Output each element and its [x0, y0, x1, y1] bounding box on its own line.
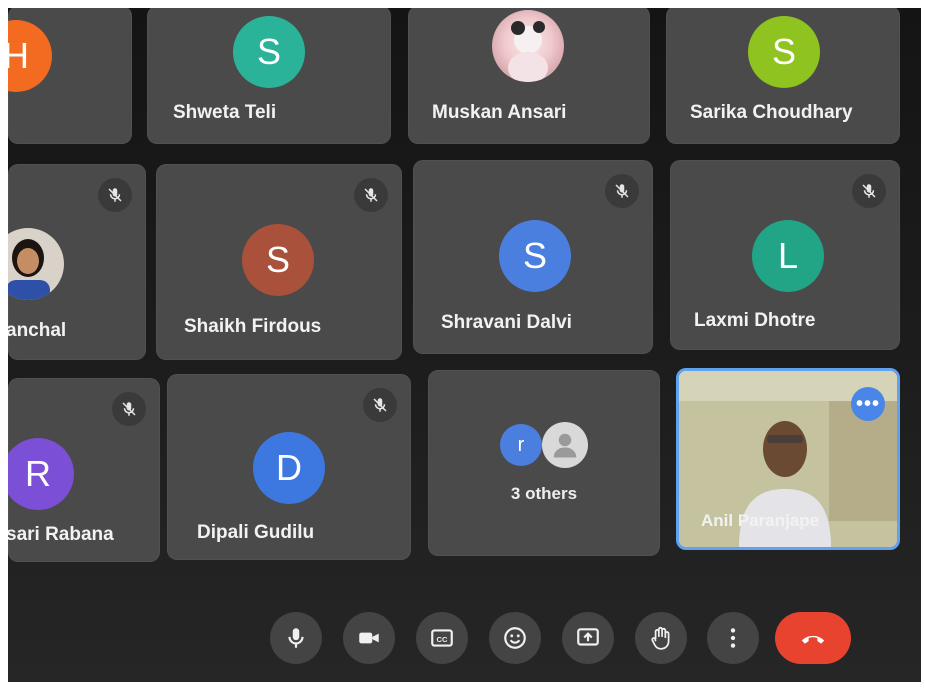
participant-tile-laxmi-dhotre[interactable]: L Laxmi Dhotre [670, 160, 900, 350]
microphone-icon [288, 628, 304, 648]
avatar: S [499, 220, 571, 292]
participant-name: Anil Paranjape [701, 511, 820, 530]
avatar: S [748, 16, 820, 88]
present-button[interactable] [562, 612, 614, 664]
avatar-photo [8, 228, 64, 300]
raise-hand-button[interactable] [635, 612, 687, 664]
participant-tile-dipali-gudilu[interactable]: D Dipali Gudilu [167, 374, 411, 560]
participant-tile-rabana[interactable]: R sari Rabana [8, 378, 160, 562]
participant-tile-anchal[interactable]: anchal [8, 164, 146, 360]
emoji-icon [504, 627, 526, 649]
camera-button[interactable] [343, 612, 395, 664]
others-avatar: r [500, 424, 542, 466]
participant-name: Muskan Ansari [432, 102, 567, 123]
avatar-photo [492, 10, 564, 82]
participant-tile-h[interactable]: H [8, 6, 132, 144]
participant-tile-shweta-teli[interactable]: S Shweta Teli [147, 6, 391, 144]
participant-tile-sarika-choudhary[interactable]: S Sarika Choudhary [666, 6, 900, 144]
present-icon [577, 628, 599, 646]
avatar-initial: S [256, 31, 281, 72]
more-options-button[interactable] [707, 612, 759, 664]
avatar-initial: L [777, 235, 799, 276]
emoji-button[interactable] [489, 612, 541, 664]
border [921, 0, 925, 688]
participant-name: Dipali Gudilu [197, 522, 315, 543]
participant-tile-muskan-ansari[interactable]: Muskan Ansari [408, 6, 650, 144]
avatar: R [8, 438, 74, 510]
profile-photo-icon [508, 21, 548, 82]
participant-name: anchal [8, 320, 67, 341]
border [0, 682, 925, 688]
others-initial: r [517, 433, 525, 456]
microphone-muted-icon [605, 174, 639, 208]
more-options-icon[interactable]: ••• [851, 387, 885, 421]
raise-hand-icon [651, 626, 670, 650]
participant-tile-shravani-dalvi[interactable]: S Shravani Dalvi [413, 160, 653, 354]
captions-button[interactable]: CC [416, 612, 468, 664]
avatar-initial: H [8, 35, 29, 76]
avatar: D [253, 432, 325, 504]
border [0, 0, 925, 8]
avatar-initial: R [25, 453, 51, 494]
participant-name: Shweta Teli [173, 102, 277, 123]
microphone-muted-icon [112, 392, 146, 426]
avatar: H [8, 20, 52, 92]
microphone-button[interactable] [270, 612, 322, 664]
participant-tile-anil-paranjape[interactable]: ••• Anil Paranjape [676, 368, 900, 550]
participant-name: Laxmi Dhotre [694, 310, 816, 331]
more-options-icon [730, 628, 736, 648]
participant-name: Shaikh Firdous [184, 316, 322, 337]
microphone-muted-icon [98, 178, 132, 212]
person-icon [553, 433, 577, 458]
microphone-muted-icon [852, 174, 886, 208]
avatar-initial: D [276, 447, 302, 488]
participant-name: Shravani Dalvi [441, 312, 572, 333]
border [0, 0, 8, 688]
avatar: L [752, 220, 824, 292]
avatar: S [242, 224, 314, 296]
others-avatar-photo [542, 422, 588, 468]
camera-icon [359, 632, 379, 644]
profile-photo-icon [8, 239, 50, 300]
microphone-muted-icon [354, 178, 388, 212]
participant-name: sari Rabana [8, 524, 114, 545]
end-call-button[interactable] [775, 612, 851, 664]
captions-icon: CC [431, 629, 453, 647]
end-call-icon [801, 635, 825, 644]
others-label: 3 others [510, 484, 578, 503]
captions-text: CC [437, 635, 448, 644]
others-tile[interactable]: r 3 others [428, 370, 660, 556]
participant-name: Sarika Choudhary [690, 102, 853, 123]
avatar: S [233, 16, 305, 88]
participant-tile-shaikh-firdous[interactable]: S Shaikh Firdous [156, 164, 402, 360]
microphone-muted-icon [363, 388, 397, 422]
avatar-initial: S [771, 31, 796, 72]
avatar-initial: S [522, 235, 547, 276]
avatar-initial: S [265, 239, 290, 280]
